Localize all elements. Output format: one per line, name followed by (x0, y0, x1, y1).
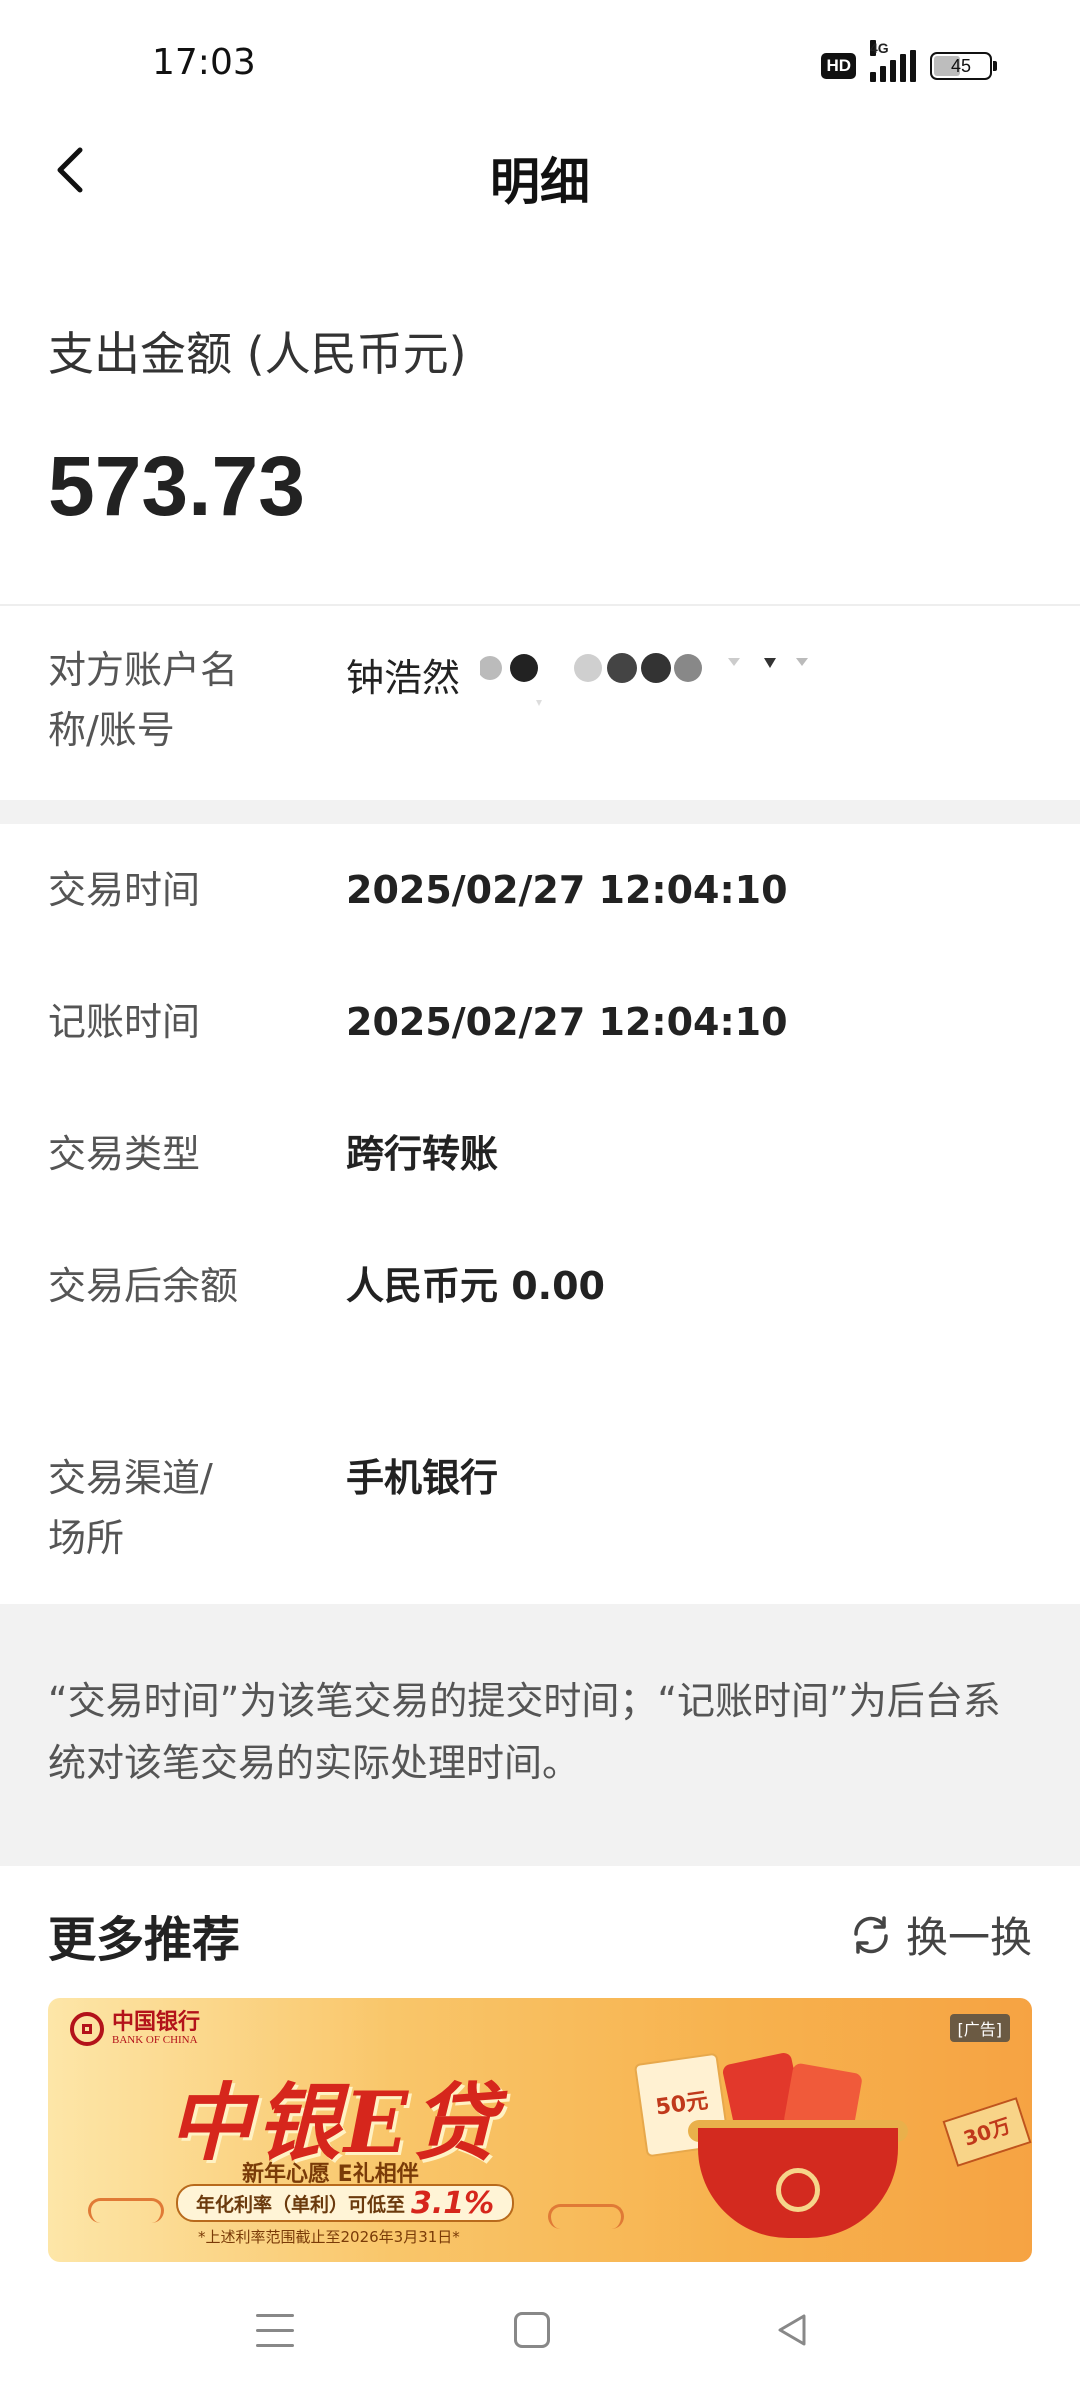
status-time: 17:03 (152, 42, 256, 83)
cloud-ornament-icon (548, 2204, 624, 2229)
battery-level: 45 (950, 55, 972, 76)
refresh-icon (854, 1915, 888, 1954)
bank-logo: 中国银行 BANK OF CHINA (70, 2012, 200, 2046)
bank-name-en: BANK OF CHINA (112, 2034, 198, 2046)
refresh-label: 换一换 (905, 1913, 1032, 1962)
amount-value: 573.73 (48, 439, 305, 533)
recent-apps-button[interactable] (256, 2314, 294, 2350)
bank-name: 中国银行 (112, 2010, 201, 2035)
signal-icon: 4G (870, 40, 916, 82)
banner-fine-print: *上述利率范围截止至2026年3月31日* (198, 2228, 460, 2246)
masked-account-number (480, 653, 808, 706)
status-icons: HD 4G 45 (821, 40, 997, 82)
gift-basket-icon (668, 2038, 928, 2248)
detail-value: 人民币元 0.00 (346, 1264, 605, 1308)
rate-prefix: 年化利率（单利）可低至 (196, 2193, 406, 2216)
detail-label: 记账时间 (48, 1000, 201, 1044)
explanation-note: “交易时间”为该笔交易的提交时间；“记账时间”为后台系统对该笔交易的实际处理时间… (0, 1604, 1080, 1866)
system-nav-bar (0, 2290, 1080, 2380)
detail-value: 2025/02/27 12:04:10 (346, 1000, 788, 1044)
ad-banner[interactable]: 中国银行 BANK OF CHINA [广告] 中银E贷 新年心愿 E礼相伴 年… (48, 1998, 1032, 2262)
top-nav: 明细 (0, 120, 1080, 220)
detail-value: 手机银行 (346, 1456, 499, 1500)
detail-label: 交易时间 (48, 868, 201, 912)
network-type-label: 4G (870, 40, 889, 56)
detail-value: 2025/02/27 12:04:10 (346, 868, 788, 912)
detail-label: 交易后余额 (48, 1264, 239, 1308)
refresh-button[interactable]: 换一换 (848, 1904, 1032, 1965)
limit-stamp: 30万 (942, 2097, 1032, 2167)
battery-icon: 45 (930, 52, 997, 80)
triangle-back-icon (778, 2314, 806, 2346)
detail-label: 交易类型 (48, 1132, 201, 1176)
more-recommend-title: 更多推荐 (48, 1912, 241, 1968)
section-separator (0, 800, 1080, 824)
home-button[interactable] (514, 2312, 550, 2348)
counterparty-name: 钟浩然 (346, 656, 461, 700)
note-text: “交易时间”为该笔交易的提交时间；“记账时间”为后台系统对该笔交易的实际处理时间… (48, 1679, 1001, 1785)
rate-value: 3.1% (411, 2185, 495, 2221)
page-title: 明细 (490, 153, 590, 211)
ad-tag: [广告] (949, 2014, 1010, 2042)
detail-label: 交易渠道/场所 (48, 1456, 213, 1560)
system-back-button[interactable] (772, 2310, 812, 2350)
cloud-ornament-icon (88, 2198, 164, 2223)
detail-value: 跨行转账 (346, 1132, 499, 1176)
bank-of-china-logo-icon (70, 2012, 104, 2046)
hd-icon: HD (821, 53, 856, 79)
amount-label: 支出金额 (人民币元) (48, 327, 467, 381)
counterparty-label: 对方账户名称/账号 (48, 648, 239, 752)
status-bar: 17:03 HD 4G 45 (0, 0, 1080, 130)
divider (0, 604, 1080, 606)
rate-pill: 年化利率（单利）可低至 3.1% (176, 2184, 515, 2222)
